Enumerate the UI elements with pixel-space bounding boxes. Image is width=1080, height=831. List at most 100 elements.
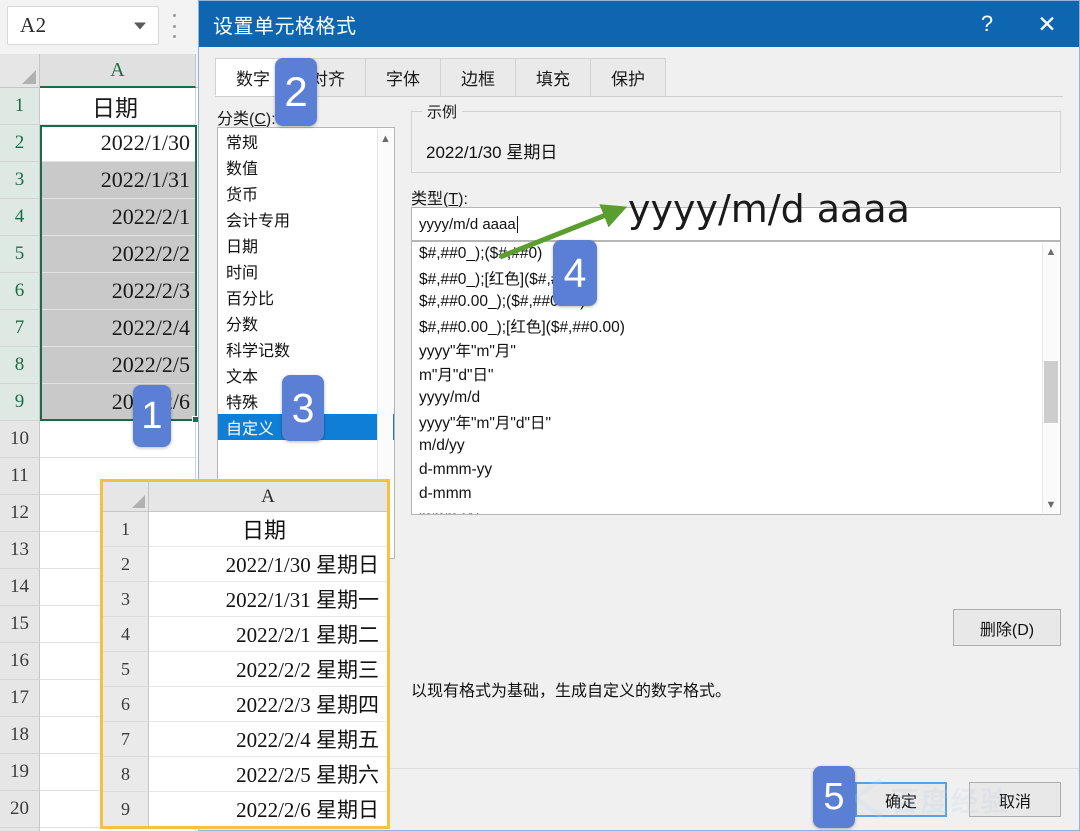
preview-select-all-corner: [103, 482, 149, 512]
category-item[interactable]: 常规: [218, 128, 394, 154]
row-header[interactable]: 16: [0, 643, 40, 680]
result-preview-panel: A 1日期22022/1/30 星期日32022/1/31 星期一42022/2…: [100, 479, 390, 829]
row-header[interactable]: 8: [0, 347, 40, 384]
type-item[interactable]: yyyy"年"m"月": [412, 338, 1060, 362]
type-item[interactable]: $#,##0.00_);($#,##0.00): [412, 290, 1060, 314]
step-badge-5: 5: [813, 766, 855, 828]
type-item[interactable]: d-mmm: [412, 482, 1060, 506]
more-vertical-icon[interactable]: [172, 14, 176, 38]
sheet-cell[interactable]: 2022/2/1: [40, 199, 196, 236]
cancel-button[interactable]: 取消: [969, 782, 1061, 817]
dialog-title-buttons: ? ✕: [959, 1, 1079, 47]
row-header[interactable]: 1: [0, 88, 40, 125]
row-header[interactable]: 12: [0, 495, 40, 532]
category-item[interactable]: 会计专用: [218, 206, 394, 232]
preview-row-header: 2: [103, 547, 149, 582]
help-icon[interactable]: ?: [959, 1, 1015, 47]
chevron-up-icon[interactable]: ▲: [378, 131, 393, 147]
sheet-cell[interactable]: [40, 421, 196, 458]
type-item[interactable]: $#,##0.00_);[红色]($#,##0.00): [412, 314, 1060, 338]
preview-cell: 2022/2/4 星期五: [149, 722, 387, 757]
row-header[interactable]: 2: [0, 125, 40, 162]
tab-边框[interactable]: 边框: [440, 58, 516, 96]
row-header[interactable]: 17: [0, 680, 40, 717]
preview-cell: 2022/1/31 星期一: [149, 582, 387, 617]
row-header[interactable]: 15: [0, 606, 40, 643]
category-item[interactable]: 时间: [218, 258, 394, 284]
type-item[interactable]: d-mmm-yy: [412, 458, 1060, 482]
sheet-cell[interactable]: 2022/1/31: [40, 162, 196, 199]
type-item[interactable]: m"月"d"日": [412, 362, 1060, 386]
row-header[interactable]: 7: [0, 310, 40, 347]
row-header[interactable]: 9: [0, 384, 40, 421]
category-item[interactable]: 百分比: [218, 284, 394, 310]
sheet-cell[interactable]: 2022/2/5: [40, 347, 196, 384]
category-item[interactable]: 日期: [218, 232, 394, 258]
ok-button[interactable]: 确定: [855, 782, 947, 817]
row-header[interactable]: 18: [0, 717, 40, 754]
type-label: 类型(T):: [411, 185, 468, 209]
sheet-cell[interactable]: 2022/1/30: [40, 125, 196, 162]
select-all-corner[interactable]: [0, 54, 40, 88]
chevron-down-icon[interactable]: ▼: [1043, 496, 1059, 513]
row-header[interactable]: 6: [0, 273, 40, 310]
type-list[interactable]: $#,##0_);($#,##0)$#,##0_);[红色]($#,##0)$#…: [411, 241, 1061, 515]
row-header[interactable]: 13: [0, 532, 40, 569]
dialog-help-text: 以现有格式为基础，生成自定义的数字格式。: [411, 677, 731, 701]
preview-cell: 日期: [149, 512, 387, 547]
dialog-tabs: 数字对齐字体边框填充保护: [215, 57, 1063, 97]
select-all-triangle-icon: [132, 495, 145, 508]
preview-cell: 2022/1/30 星期日: [149, 547, 387, 582]
preview-row-header: 3: [103, 582, 149, 617]
row-header[interactable]: 4: [0, 199, 40, 236]
sheet-cell[interactable]: 2022/2/2: [40, 236, 196, 273]
type-item[interactable]: m/d/yy: [412, 434, 1060, 458]
green-arrow-icon: [480, 185, 640, 275]
select-all-triangle-icon: [22, 70, 36, 84]
type-scrollbar[interactable]: ▲ ▼: [1042, 243, 1059, 513]
category-item[interactable]: 分数: [218, 310, 394, 336]
row-header[interactable]: 20: [0, 791, 40, 828]
row-header[interactable]: 5: [0, 236, 40, 273]
step-badge-3: 3: [282, 375, 324, 441]
formula-bar-strip: A2: [0, 0, 200, 54]
tab-字体[interactable]: 字体: [365, 58, 441, 96]
category-item[interactable]: 货币: [218, 180, 394, 206]
preview-cell: 2022/2/1 星期二: [149, 617, 387, 652]
category-item[interactable]: 数值: [218, 154, 394, 180]
row-header[interactable]: 14: [0, 569, 40, 606]
type-item[interactable]: yyyy/m/d: [412, 386, 1060, 410]
row-header[interactable]: 3: [0, 162, 40, 199]
sheet-cell[interactable]: 2022/2/3: [40, 273, 196, 310]
step-badge-1: 1: [133, 385, 171, 447]
preview-row-header: 4: [103, 617, 149, 652]
preview-row-header: 9: [103, 792, 149, 827]
dialog-title-bar: 设置单元格格式 ? ✕: [199, 1, 1079, 47]
scrollbar-thumb[interactable]: [1044, 361, 1058, 423]
preview-cell: 2022/2/6 星期日: [149, 792, 387, 827]
column-header-a[interactable]: A: [40, 54, 196, 88]
sheet-cell[interactable]: 日期: [40, 88, 196, 125]
sample-group: 示例 2022/1/30 星期日: [411, 111, 1061, 173]
category-label: 分类(C):: [217, 105, 276, 129]
close-icon[interactable]: ✕: [1015, 1, 1079, 47]
tab-保护[interactable]: 保护: [590, 58, 666, 96]
sheet-cell[interactable]: 2022/2/4: [40, 310, 196, 347]
row-header[interactable]: 11: [0, 458, 40, 495]
dialog-title: 设置单元格格式: [199, 10, 357, 39]
type-item[interactable]: mmm-yy: [412, 506, 1060, 515]
name-box-value: A2: [8, 13, 47, 38]
format-callout-text: yyyy/m/d aaaa: [628, 187, 910, 231]
delete-button[interactable]: 删除(D): [953, 609, 1061, 646]
type-items: $#,##0_);($#,##0)$#,##0_);[红色]($#,##0)$#…: [412, 242, 1060, 515]
type-item[interactable]: yyyy"年"m"月"d"日": [412, 410, 1060, 434]
preview-row-header: 8: [103, 757, 149, 792]
category-item[interactable]: 科学记数: [218, 336, 394, 362]
name-box[interactable]: A2: [7, 6, 159, 45]
row-header[interactable]: 19: [0, 754, 40, 791]
chevron-up-icon[interactable]: ▲: [1043, 243, 1059, 260]
sheet-cell[interactable]: 2022/2/6: [40, 384, 196, 421]
row-header[interactable]: 10: [0, 421, 40, 458]
tab-填充[interactable]: 填充: [515, 58, 591, 96]
chevron-down-icon[interactable]: [134, 22, 146, 29]
